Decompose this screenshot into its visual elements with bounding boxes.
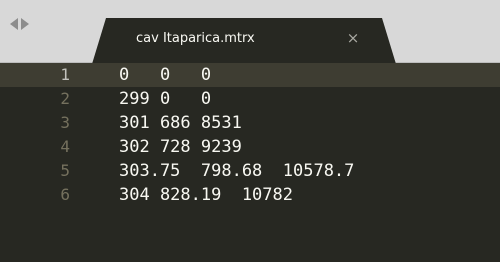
line-text[interactable]: 299 0 0 (119, 87, 211, 111)
file-tab[interactable]: cav Itaparica.mtrx × (92, 18, 396, 64)
line-text[interactable]: 303.75 798.68 10578.7 (119, 159, 354, 183)
line-number: 2 (60, 89, 70, 108)
editor-line[interactable]: 5 303.75 798.68 10578.7 (0, 159, 500, 183)
tab-title: cav Itaparica.mtrx (136, 31, 255, 46)
tab-navigation (10, 0, 29, 48)
tab-back-arrow-icon[interactable] (10, 18, 18, 30)
tab-bar: cav Itaparica.mtrx × (0, 0, 500, 64)
editor-area[interactable]: 1 0 0 0 2 299 0 0 3 301 686 8531 4 302 7… (0, 63, 500, 262)
line-text[interactable]: 302 728 9239 (119, 135, 242, 159)
editor-line[interactable]: 4 302 728 9239 (0, 135, 500, 159)
tab-forward-arrow-icon[interactable] (21, 18, 29, 30)
line-number: 6 (60, 185, 70, 204)
line-text[interactable]: 301 686 8531 (119, 111, 242, 135)
editor-line[interactable]: 6 304 828.19 10782 (0, 183, 500, 207)
line-number: 4 (60, 137, 70, 156)
editor-line[interactable]: 2 299 0 0 (0, 87, 500, 111)
line-number: 5 (60, 161, 70, 180)
close-icon[interactable]: × (344, 29, 362, 47)
editor-line[interactable]: 1 0 0 0 (0, 63, 500, 87)
line-number: 3 (60, 113, 70, 132)
line-text[interactable]: 304 828.19 10782 (119, 183, 293, 207)
editor-line[interactable]: 3 301 686 8531 (0, 111, 500, 135)
line-number: 1 (60, 65, 70, 84)
line-text[interactable]: 0 0 0 (119, 63, 211, 87)
